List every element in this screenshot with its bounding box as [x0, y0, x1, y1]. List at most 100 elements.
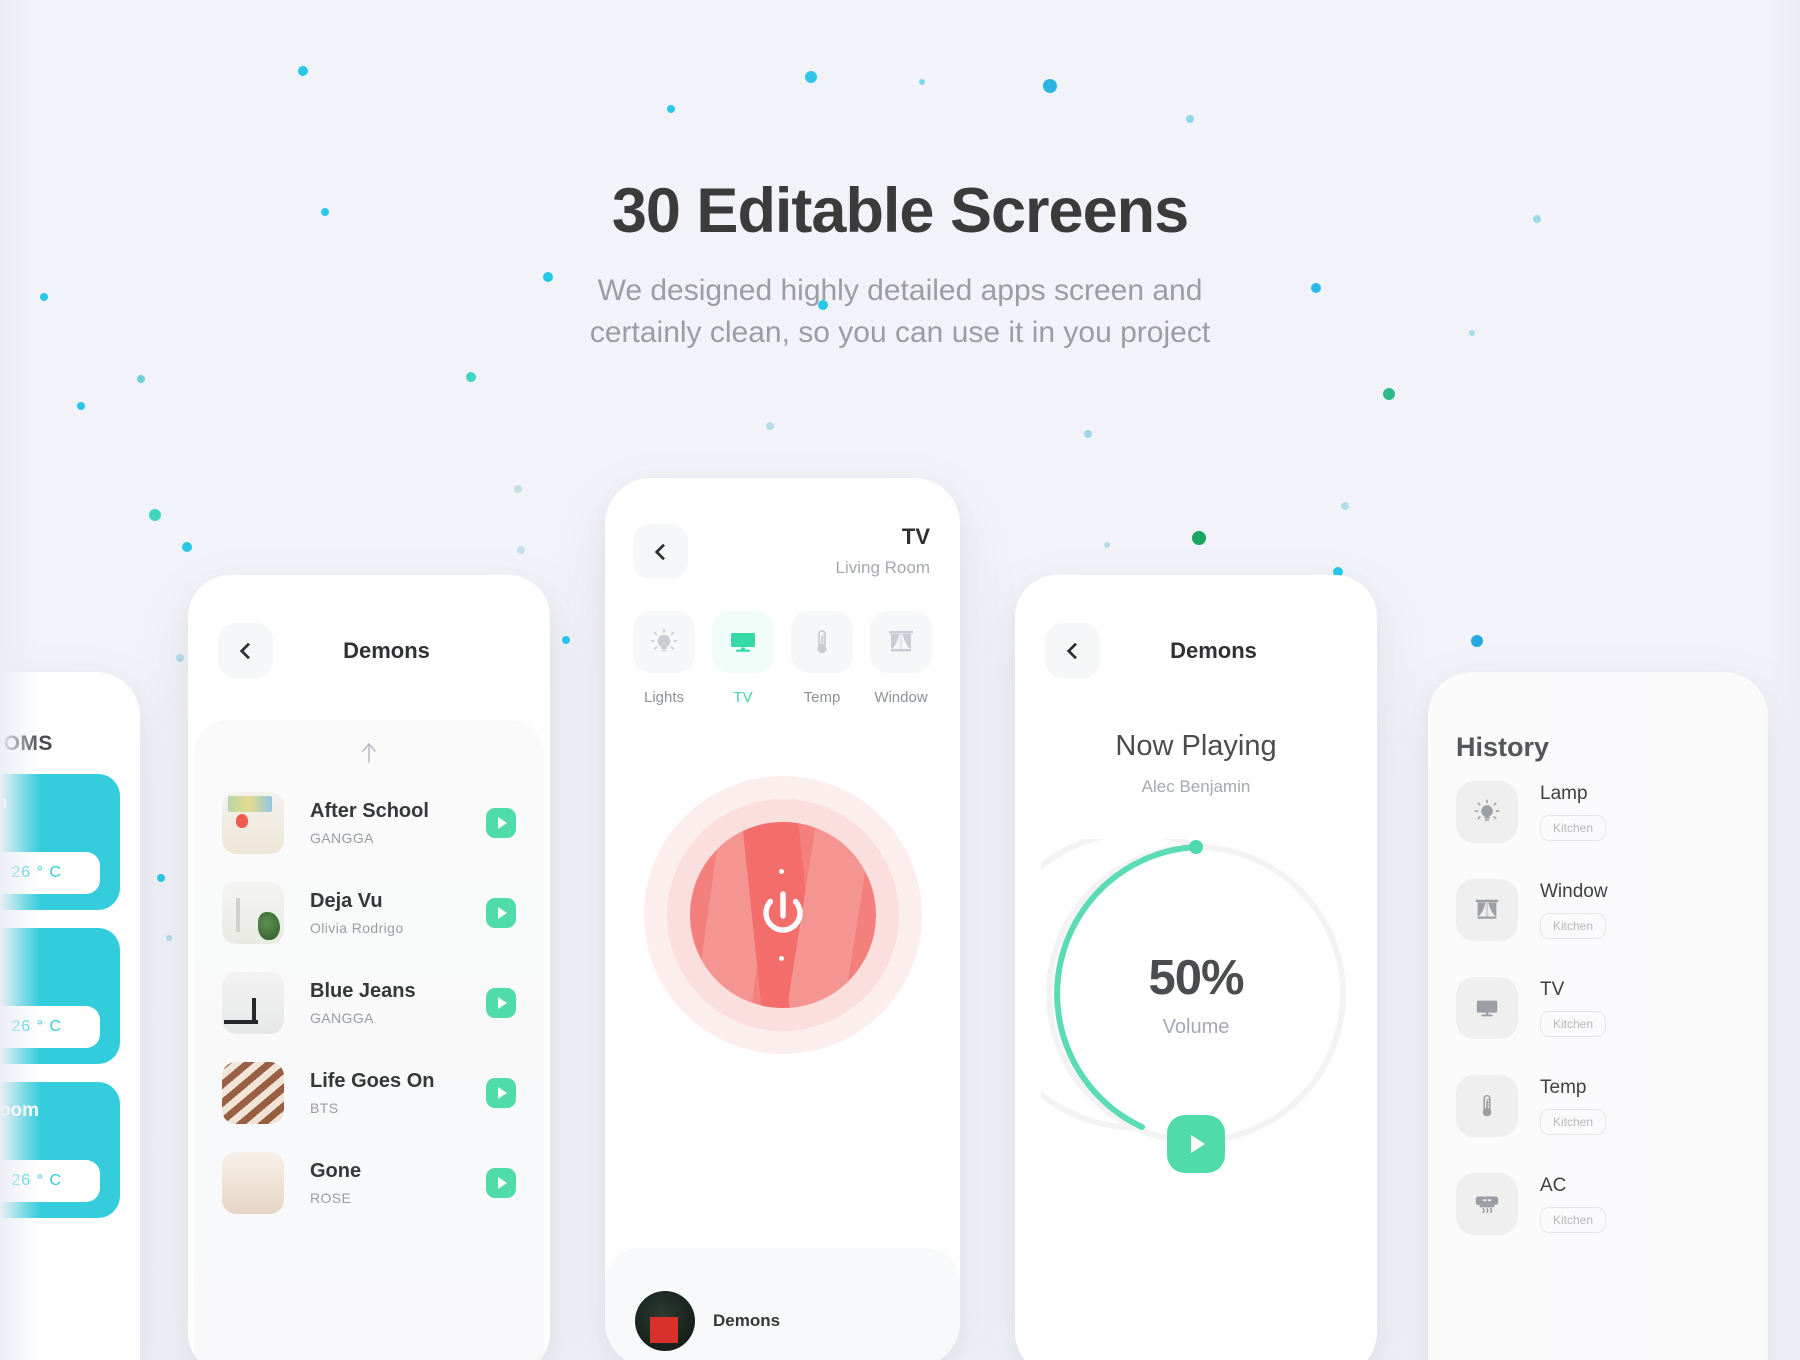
tab-lights[interactable]: Lights: [633, 611, 695, 706]
decorative-dot: [166, 935, 172, 941]
now-playing-heading: Now Playing: [1115, 730, 1277, 762]
play-icon: [498, 907, 507, 919]
song-title: Gone: [310, 1160, 362, 1182]
list-item[interactable]: AC Kitchen: [1428, 1155, 1768, 1253]
back-button[interactable]: [633, 524, 688, 579]
decorative-dot: [1471, 635, 1483, 647]
room-card[interactable]: Living Room Active i 26 ° C: [0, 1082, 120, 1218]
tab-tv[interactable]: TV: [712, 611, 774, 706]
room-card[interactable]: Office Active i 26 ° C: [0, 928, 120, 1064]
mini-player-title: Demons: [713, 1311, 781, 1330]
decorative-dot: [766, 422, 774, 430]
history-meta: AC Kitchen: [1518, 1175, 1607, 1233]
room-card[interactable]: Bedroom Active i 26 ° C: [0, 774, 120, 910]
subtitle-line-1: We designed highly detailed apps screen …: [597, 274, 1203, 308]
room-temperature: 26 ° C: [11, 1172, 62, 1189]
song-title: Blue Jeans: [310, 980, 416, 1002]
play-icon: [498, 1177, 507, 1189]
now-playing-artist: Alec Benjamin: [1141, 777, 1251, 796]
play-button[interactable]: [486, 1168, 516, 1198]
decorative-dot: [182, 542, 192, 552]
song-artist: ROSE: [310, 1190, 352, 1206]
album-art: [635, 1291, 695, 1351]
subtitle-line-2: certainly clean, so you can use it in yo…: [589, 315, 1211, 349]
play-button[interactable]: [486, 808, 516, 838]
list-item[interactable]: After School GANGGA: [194, 778, 544, 868]
chevron-left-icon: [1066, 642, 1083, 659]
tab-label: Window: [874, 689, 928, 706]
history-room-badge: Kitchen: [1540, 1011, 1607, 1037]
tab-label: Temp: [803, 689, 841, 706]
thermometer-icon: [791, 611, 853, 673]
song-title: Life Goes On: [310, 1070, 435, 1092]
mini-player-bar[interactable]: Demons: [605, 1248, 960, 1360]
album-art: [222, 882, 284, 944]
volume-dial[interactable]: 50% Volume: [1015, 830, 1351, 1173]
room-temperature: 26 ° C: [11, 864, 62, 881]
album-art: [222, 792, 284, 854]
song-meta: Life Goes On BTS: [284, 1070, 486, 1116]
back-button[interactable]: [218, 623, 273, 678]
page-canvas: 30 Editable Screens We designed highly d…: [0, 0, 1800, 1360]
history-device-name: Window: [1540, 881, 1608, 902]
list-item[interactable]: Life Goes On BTS: [194, 1048, 544, 1138]
history-meta: Lamp Kitchen: [1518, 783, 1607, 841]
play-button[interactable]: [486, 898, 516, 928]
device-tabs: Lights TV Temp Window: [605, 579, 960, 706]
song-meta: Gone ROSE: [284, 1160, 486, 1206]
decorative-dot: [466, 372, 476, 382]
tv-header: TV Living Room: [605, 478, 960, 579]
list-item[interactable]: Blue Jeans GANGGA: [194, 958, 544, 1048]
chevron-left-icon: [654, 543, 671, 560]
decorative-dot: [514, 485, 522, 493]
list-item[interactable]: Deja Vu Olivia Rodrigo: [194, 868, 544, 958]
play-button[interactable]: [1167, 1115, 1225, 1173]
song-meta: Blue Jeans GANGGA: [284, 980, 486, 1026]
list-item[interactable]: Temp Kitchen: [1428, 1057, 1768, 1155]
device-room: Living Room: [835, 558, 931, 577]
room-name: Living Room: [0, 1100, 40, 1121]
lightbulb-icon: [1456, 781, 1518, 843]
history-device-name: TV: [1540, 979, 1565, 1000]
tab-temp[interactable]: Temp: [791, 611, 853, 706]
history-room-badge: Kitchen: [1540, 1109, 1607, 1135]
volume-readout: 50% Volume: [1041, 839, 1351, 1149]
window-curtain-icon: [870, 611, 932, 673]
list-item[interactable]: Gone ROSE: [194, 1138, 544, 1228]
hero-section: 30 Editable Screens We designed highly d…: [0, 0, 1800, 353]
song-artist: BTS: [310, 1100, 339, 1116]
window-curtain-icon: [1456, 879, 1518, 941]
decorative-dot: [562, 636, 570, 644]
list-item[interactable]: Lamp Kitchen: [1428, 763, 1768, 861]
decorative-dot: [1383, 388, 1395, 400]
room-status: Active: [0, 974, 100, 990]
tab-label: TV: [733, 689, 753, 706]
room-name: Office: [0, 946, 100, 968]
list-item[interactable]: TV Kitchen: [1428, 959, 1768, 1057]
play-icon: [1190, 1135, 1205, 1153]
room-temp-row: i 26 ° C: [0, 1006, 100, 1048]
history-room-badge: Kitchen: [1540, 913, 1607, 939]
thermometer-icon: [1456, 1075, 1518, 1137]
play-button[interactable]: [486, 1078, 516, 1108]
history-meta: TV Kitchen: [1518, 979, 1607, 1037]
list-item[interactable]: Window Kitchen: [1428, 861, 1768, 959]
tab-label: Lights: [643, 689, 685, 706]
decorative-dot: [1104, 542, 1110, 548]
drag-handle-icon[interactable]: [359, 742, 379, 764]
play-icon: [498, 817, 507, 829]
song-meta: After School GANGGA: [284, 800, 486, 846]
playlist-screen: Demons After School GANGGA Deja Vu Olivi…: [188, 575, 550, 1360]
room-temp-row: i 26 ° C: [0, 1160, 100, 1202]
now-playing-track-title: Demons: [1170, 637, 1257, 663]
play-button[interactable]: [486, 988, 516, 1018]
decorative-dot: [1192, 531, 1206, 545]
power-icon[interactable]: [750, 882, 816, 948]
album-art: [222, 1062, 284, 1124]
tab-window[interactable]: Window: [870, 611, 932, 706]
song-artist: Olivia Rodrigo: [310, 920, 404, 936]
device-name: TV: [901, 524, 930, 549]
tv-control-screen: TV Living Room Lights TV Temp Window Dem…: [605, 478, 960, 1360]
back-button[interactable]: [1045, 623, 1100, 678]
now-playing-screen: Demons Now Playing Alec Benjamin 50% Vol…: [1015, 575, 1377, 1360]
